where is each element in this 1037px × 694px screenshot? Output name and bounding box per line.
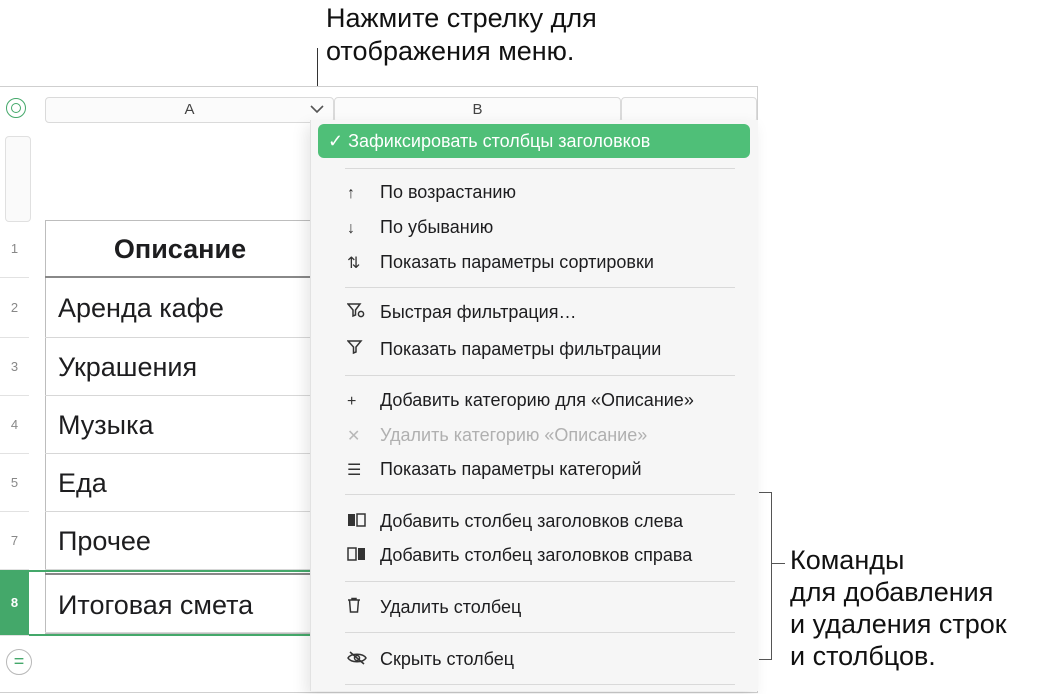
table-cell[interactable]: Прочее — [45, 512, 315, 570]
menu-item-label: По возрастанию — [380, 182, 516, 202]
callout-arrow-hint: Нажмите стрелку для отображения меню. — [326, 2, 597, 68]
menu-separator — [345, 168, 735, 169]
menu-separator — [345, 287, 735, 288]
plus-icon: + — [347, 393, 357, 410]
row-number[interactable]: 4 — [0, 396, 29, 454]
add-row-handle[interactable]: = — [6, 649, 32, 675]
menu-item-filter-options[interactable]: Показать параметры фильтрации — [346, 335, 662, 365]
menu-item-freeze-header-columns[interactable]: ✓ Зафиксировать столбцы заголовков — [318, 124, 750, 158]
menu-separator — [345, 375, 735, 376]
table-cell[interactable]: Украшения — [45, 338, 315, 396]
table-select-button[interactable] — [6, 98, 26, 118]
quick-filter-icon — [346, 300, 380, 328]
column-right-icon — [347, 543, 380, 571]
menu-item-add-header-column-left[interactable]: Добавить столбец заголовков слева — [347, 507, 683, 535]
menu-item-add-category[interactable]: + Добавить категорию для «Описание» — [347, 386, 694, 414]
menu-item-sort-options[interactable]: ⇅ Показать параметры сортировки — [347, 248, 654, 276]
column-header-a-label: A — [184, 101, 195, 118]
menu-item-label: Удалить категорию «Описание» — [380, 425, 648, 445]
menu-item-label: Добавить столбец заголовков слева — [380, 511, 684, 531]
list-icon: ☰ — [347, 462, 362, 479]
menu-item-label: Показать параметры сортировки — [380, 252, 654, 272]
menu-separator — [345, 581, 735, 582]
callout-add-remove: Команды для добавления и удаления строк … — [790, 544, 1007, 672]
row-number[interactable]: 1 — [0, 220, 29, 278]
menu-item-label: Добавить столбец заголовков справа — [380, 545, 693, 565]
eye-slash-icon — [347, 647, 380, 675]
column-header-b-label: B — [472, 101, 483, 118]
menu-item-label: По убыванию — [380, 217, 494, 237]
row-number-selected[interactable]: 8 — [0, 570, 29, 636]
menu-item-quick-filter[interactable]: Быстрая фильтрация… — [346, 298, 577, 328]
row-number[interactable]: 3 — [0, 338, 29, 396]
circle-icon — [11, 103, 21, 113]
row-selection-highlight — [29, 570, 319, 636]
callout-arrow-hint-line2: отображения меню. — [326, 36, 575, 66]
menu-item-label: Показать параметры категорий — [380, 459, 642, 479]
menu-item-hide-column[interactable]: Скрыть столбец — [347, 645, 514, 673]
table-cell[interactable]: Музыка — [45, 396, 315, 454]
row-number[interactable]: 5 — [0, 454, 29, 512]
menu-item-label: Показать параметры фильтрации — [380, 339, 662, 359]
menu-item-label: Удалить столбец — [380, 597, 522, 617]
arrow-down-icon: ↓ — [347, 220, 355, 237]
column-left-icon — [347, 509, 380, 537]
callout-arrow-hint-line1: Нажмите стрелку для — [326, 3, 597, 33]
menu-item-add-header-column-right[interactable]: Добавить столбец заголовков справа — [347, 541, 692, 569]
menu-item-delete-column[interactable]: Удалить столбец — [347, 593, 521, 621]
menu-item-delete-category: ✕ Удалить категорию «Описание» — [347, 421, 647, 449]
row-rail-header — [5, 136, 31, 222]
row-number[interactable]: 2 — [0, 278, 29, 338]
callout-bracket-tick — [771, 563, 785, 564]
callout-bracket — [759, 492, 772, 660]
trash-icon — [347, 595, 380, 623]
column-header-a[interactable]: A — [45, 97, 334, 123]
menu-item-label: Скрыть столбец — [380, 649, 515, 669]
callout-add-remove-line3: и удаления строк — [790, 609, 1007, 639]
menu-separator — [345, 494, 735, 495]
header-cell[interactable]: Описание — [45, 220, 315, 278]
equals-icon: = — [13, 651, 25, 671]
arrow-up-icon: ↑ — [347, 185, 355, 202]
row-number[interactable]: 7 — [0, 512, 29, 570]
sort-icon: ⇅ — [347, 255, 361, 272]
filter-icon — [346, 337, 380, 365]
table-cell[interactable]: Аренда кафе — [45, 278, 315, 338]
menu-item-category-options[interactable]: ☰ Показать параметры категорий — [347, 455, 642, 483]
menu-item-label: Быстрая фильтрация… — [380, 302, 577, 322]
menu-separator — [345, 632, 735, 633]
callout-add-remove-line4: и столбцов. — [790, 641, 936, 671]
callout-add-remove-line2: для добавления — [790, 577, 994, 607]
menu-item-sort-descending[interactable]: ↓ По убыванию — [347, 213, 493, 241]
table-cell[interactable]: Еда — [45, 454, 315, 512]
chevron-down-icon[interactable] — [307, 102, 327, 116]
menu-item-label: Добавить категорию для «Описание» — [380, 390, 694, 410]
callout-add-remove-line1: Команды — [790, 545, 905, 575]
menu-item-sort-ascending[interactable]: ↑ По возрастанию — [347, 178, 516, 206]
menu-separator — [345, 684, 735, 685]
x-icon: ✕ — [347, 428, 361, 445]
